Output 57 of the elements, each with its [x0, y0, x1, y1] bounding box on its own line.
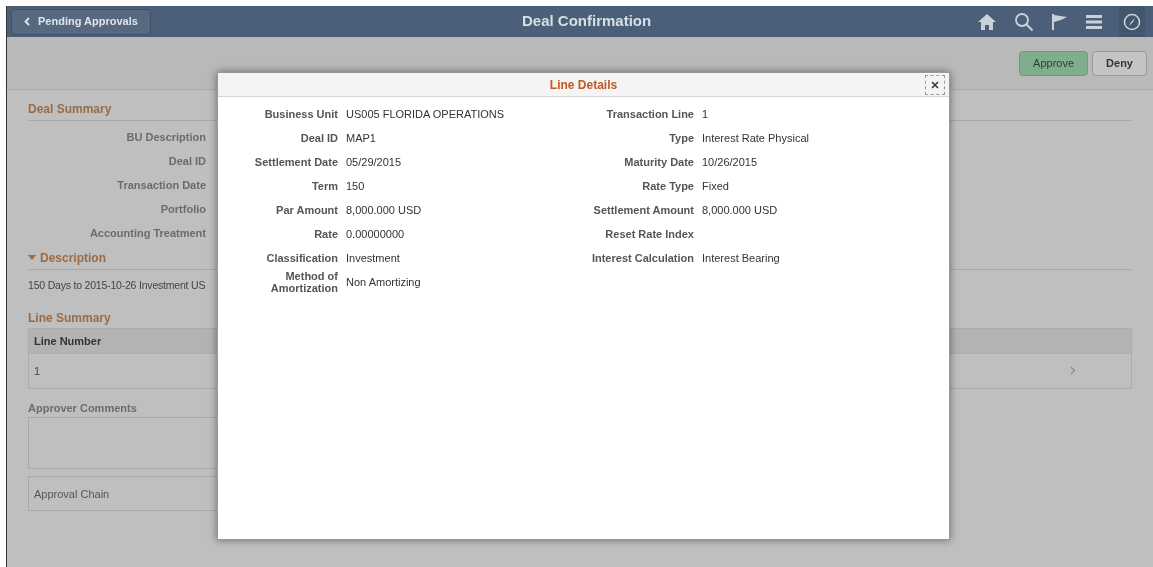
chevron-right-icon: [1070, 366, 1076, 376]
approve-button[interactable]: Approve: [1019, 50, 1089, 76]
column-header: Line Number: [34, 333, 102, 349]
flag-icon[interactable]: [1051, 12, 1069, 31]
field-label: Transaction Date: [116, 177, 206, 193]
table-row[interactable]: 1: [29, 353, 1131, 388]
field-label: Maturity Date: [623, 156, 695, 168]
close-button[interactable]: [925, 75, 945, 95]
field-label: Settlement Amount: [592, 204, 695, 216]
field-label: Type: [668, 132, 695, 144]
close-icon: [931, 81, 939, 89]
field-value: Non Amortizing: [346, 274, 421, 290]
panel-title: Approval Chain: [34, 486, 110, 502]
table-cell-text: 1: [34, 363, 41, 379]
deny-button[interactable]: Deny: [1092, 50, 1147, 76]
field-value: 0.00000000: [346, 226, 405, 242]
field-value: Interest Bearing: [702, 250, 780, 266]
field-label: Deal ID: [299, 132, 339, 144]
field-label: Rate: [313, 228, 339, 240]
field-value: 05/29/2015: [346, 154, 402, 170]
section-heading[interactable]: Description: [40, 249, 106, 267]
modal-title: Line Details: [549, 76, 618, 94]
menu-icon[interactable]: [1086, 14, 1102, 29]
field-value: 8,000.000 USD: [346, 202, 422, 218]
page-title: Deal Confirmation: [522, 11, 652, 32]
field-label: Approver Comments: [28, 400, 138, 416]
chevron-left-icon: [24, 17, 30, 26]
description-text: 150 Days to 2015-10-26 Investment US: [28, 278, 206, 293]
field-label: Method of Amortization: [269, 270, 339, 294]
field-value: MAP1: [346, 130, 376, 146]
field-label: Rate Type: [641, 180, 695, 192]
field-value: 8,000.000 USD: [702, 202, 778, 218]
field-label: Interest Calculation: [590, 252, 695, 264]
field-label: Transaction Line: [605, 108, 695, 120]
field-value: US005 FLORIDA OPERATIONS: [346, 106, 505, 122]
search-icon[interactable]: [1014, 11, 1034, 32]
back-button[interactable]: Pending Approvals: [11, 8, 151, 35]
field-label: Par Amount: [275, 204, 339, 216]
field-label: Deal ID: [167, 153, 206, 169]
field-value: Investment: [346, 250, 400, 266]
field-label: Settlement Date: [253, 156, 339, 168]
field-label: Classification: [265, 252, 339, 264]
caret-down-icon[interactable]: [28, 255, 36, 261]
field-label: Accounting Treatment: [88, 225, 206, 241]
field-value: 1: [702, 106, 709, 122]
compass-icon[interactable]: [1123, 12, 1141, 31]
field-label: Portfolio: [159, 201, 206, 217]
field-value: 150: [346, 178, 365, 194]
field-label: Term: [310, 180, 339, 192]
field-label: Business Unit: [263, 108, 339, 120]
field-value: Interest Rate Physical: [702, 130, 809, 146]
field-value: 10/26/2015: [702, 154, 758, 170]
field-label: BU Description: [125, 129, 206, 145]
field-value: Fixed: [702, 178, 729, 194]
section-heading: Line Summary: [28, 309, 112, 327]
home-icon[interactable]: [977, 12, 997, 31]
field-label: Reset Rate Index: [604, 228, 695, 240]
